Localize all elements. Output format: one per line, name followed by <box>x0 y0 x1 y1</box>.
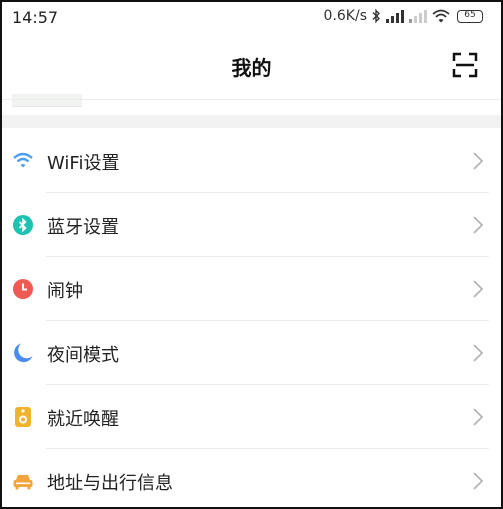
chevron-right-icon <box>473 344 484 362</box>
menu-item-nearby-wake[interactable]: 就近唤醒 <box>2 385 501 449</box>
network-speed: 0.6K/s <box>323 8 367 24</box>
wifi-icon <box>432 9 450 23</box>
chevron-right-icon <box>473 408 484 426</box>
battery-level: 65 <box>464 9 476 20</box>
speaker-icon <box>15 407 31 427</box>
chevron-right-icon <box>473 472 484 490</box>
menu-item-wifi[interactable]: WiFi设置 <box>2 129 501 193</box>
menu-item-label: 就近唤醒 <box>47 409 119 430</box>
menu-item-label: 夜间模式 <box>47 345 119 366</box>
menu-item-bluetooth[interactable]: 蓝牙设置 <box>2 193 501 257</box>
moon-icon <box>14 343 33 363</box>
app-frame: 14:57 0.6K/s 65 我的 WiFi设置 蓝牙设置 闹钟 夜间模式 就… <box>0 0 503 509</box>
status-indicators: 0.6K/s 65 <box>324 8 483 24</box>
header-divider <box>2 99 501 100</box>
battery-indicator: 65 <box>457 9 483 23</box>
chevron-right-icon <box>473 152 484 170</box>
map-preview-peek <box>12 94 82 107</box>
chevron-right-icon <box>473 280 484 298</box>
menu-item-alarm[interactable]: 闹钟 <box>2 257 501 321</box>
bluetooth-icon <box>372 9 380 23</box>
section-separator <box>2 115 501 128</box>
menu-item-label: 闹钟 <box>47 281 83 302</box>
bluetooth-icon <box>13 215 33 235</box>
scan-icon[interactable] <box>452 52 478 78</box>
status-time: 14:57 <box>12 8 59 27</box>
header: 我的 <box>2 32 501 94</box>
menu-item-night-mode[interactable]: 夜间模式 <box>2 321 501 385</box>
settings-menu: WiFi设置 蓝牙设置 闹钟 夜间模式 就近唤醒 地址与出行信息 <box>2 129 501 507</box>
alarm-clock-icon <box>13 279 33 299</box>
menu-item-address-travel[interactable]: 地址与出行信息 <box>2 449 501 507</box>
wifi-icon <box>13 152 33 168</box>
signal-weak-icon <box>409 9 427 23</box>
page-title: 我的 <box>231 56 272 80</box>
status-bar: 14:57 0.6K/s 65 <box>2 2 501 32</box>
menu-item-label: 蓝牙设置 <box>47 217 119 238</box>
signal-icon <box>386 9 404 23</box>
menu-item-label: WiFi设置 <box>47 153 120 174</box>
menu-item-label: 地址与出行信息 <box>47 473 173 494</box>
chevron-right-icon <box>473 216 484 234</box>
car-icon <box>13 475 33 490</box>
